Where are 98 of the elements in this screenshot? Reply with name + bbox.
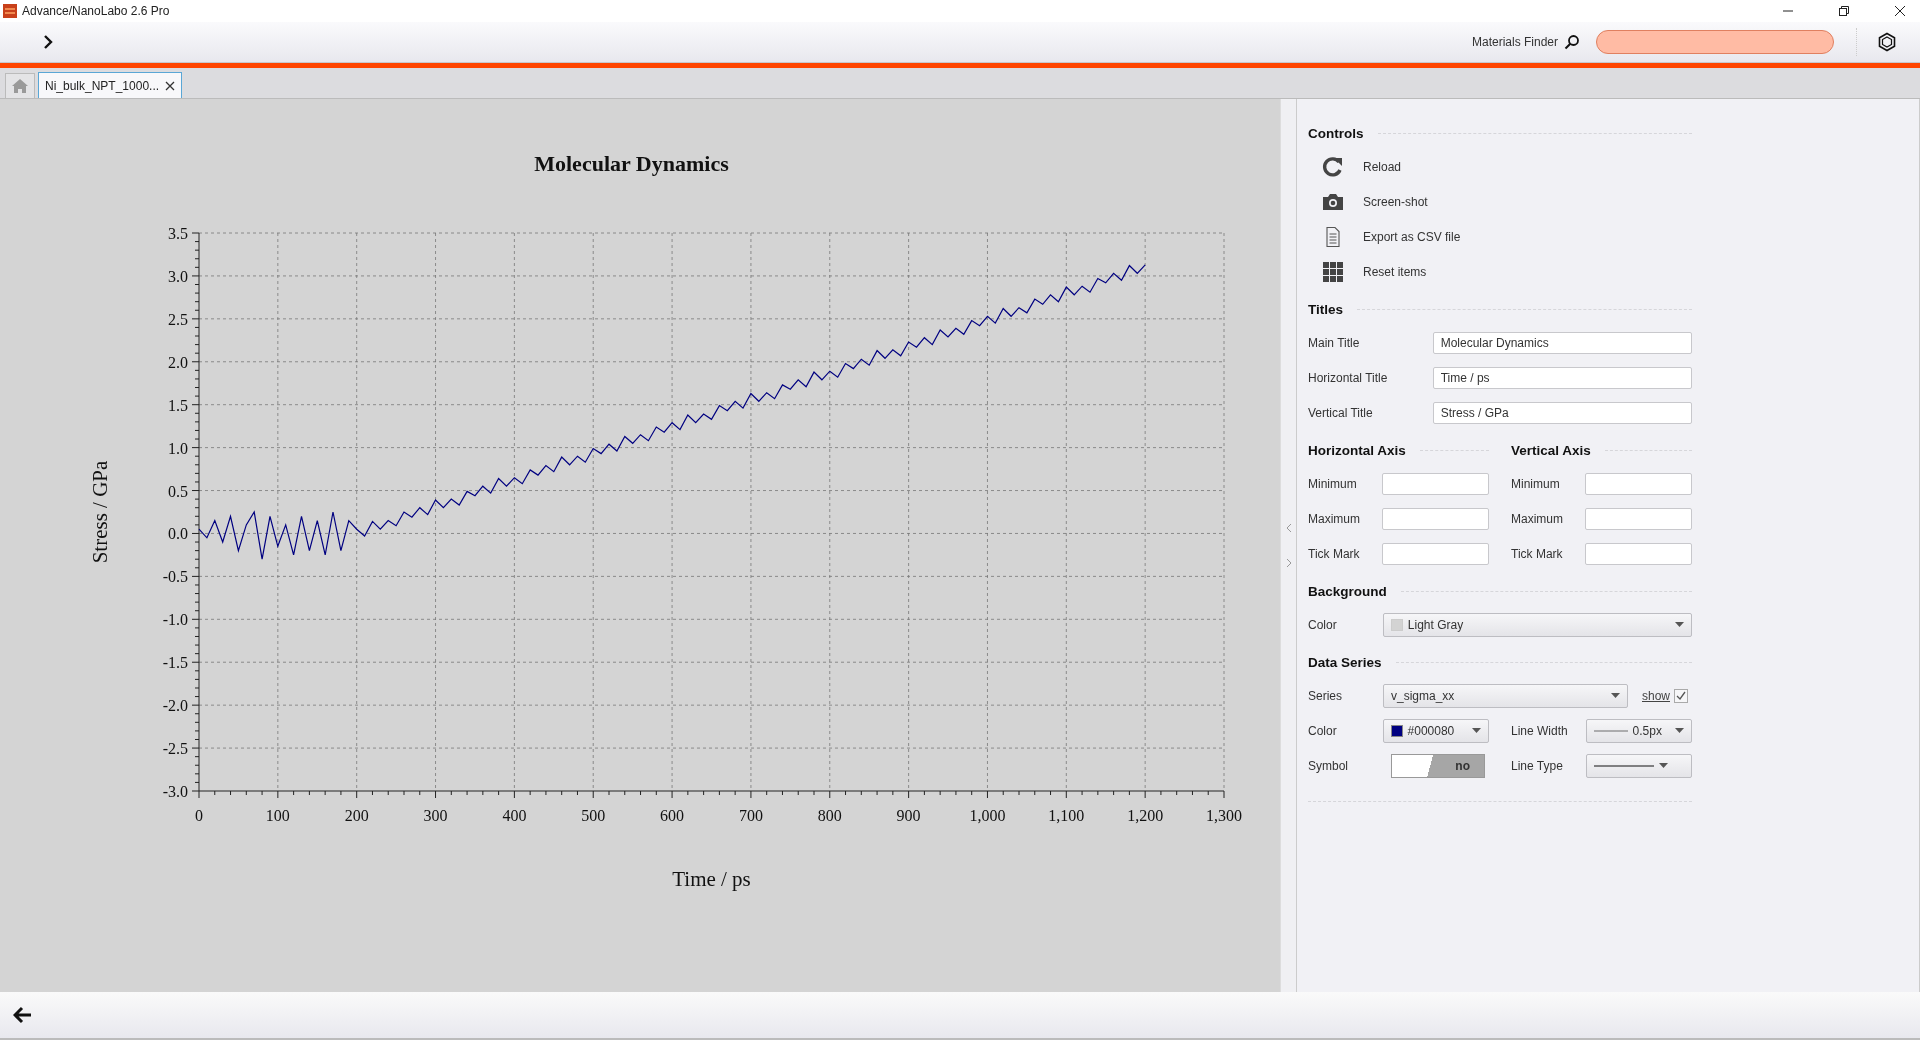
materials-finder-label: Materials Finder [1471,35,1558,49]
color-dropdown[interactable]: #000080 [1382,718,1489,743]
line-sample-icon [1593,728,1628,733]
y-tick-label: -3.0 [162,783,188,800]
field-label: Maximum [1511,511,1564,526]
number-field[interactable] [1382,542,1489,565]
x-tick-label: 700 [738,807,763,824]
y-tick-label: 1.5 [168,396,188,414]
field-label: Line Width [1511,723,1569,738]
field-label: Maximum [1308,511,1361,526]
close-icon[interactable] [165,80,176,91]
action-button[interactable]: Reset items [1308,254,1427,289]
field-label: Minimum [1308,476,1358,491]
chevron-left-icon[interactable] [1285,523,1292,533]
chevron-right-icon[interactable] [43,34,53,50]
line-width-dropdown[interactable]: 0.5px [1585,718,1692,743]
number-field[interactable] [1382,507,1489,530]
restore-icon[interactable] [1838,5,1850,17]
x-tick-label: 400 [502,807,527,824]
field-label: Series [1308,688,1343,703]
y-axis-title: Stress / GPa [88,460,112,564]
caret-icon [1658,763,1668,768]
show-checkbox[interactable] [1674,688,1688,703]
field-label: Symbol [1308,758,1349,773]
y-tick-label: -1.0 [162,611,188,629]
x-tick-label: 300 [423,807,448,824]
section-title: Controls [1308,125,1364,141]
caret-icon [1472,728,1481,733]
line-sample-icon [1593,763,1654,768]
y-tick-label: 2.5 [168,310,188,328]
x-tick-label: 200 [344,807,369,824]
field-label: Tick Mark [1511,546,1564,561]
search-icon[interactable] [1564,34,1580,50]
field-label: Vertical Title [1308,405,1374,420]
section-title: Data Series [1308,654,1382,670]
section-title: Background [1308,583,1387,599]
number-field[interactable] [1585,507,1692,530]
text-field[interactable]: Stress / GPa [1432,401,1692,424]
app-logo-icon [3,4,17,18]
grid-icon [1322,260,1344,283]
y-tick-label: 3.0 [168,267,188,285]
x-tick-label: 600 [660,807,685,824]
action-button[interactable]: Screen-shot [1308,184,1428,219]
number-field[interactable] [1585,472,1692,495]
y-tick-label: -2.5 [162,740,188,758]
x-tick-label: 800 [817,807,842,824]
field-label: Minimum [1511,476,1561,491]
section-title: Vertical Axis [1511,442,1591,458]
text-field[interactable]: Time / ps [1432,366,1692,389]
action-button[interactable]: Reload [1308,149,1402,184]
window-title: Advance/NanoLabo 2.6 Pro [22,4,170,18]
y-tick-label: -1.5 [162,654,188,672]
action-button[interactable]: Export as CSV file [1308,219,1461,254]
search-field[interactable] [1596,30,1834,54]
number-field[interactable] [1382,472,1489,495]
y-tick-label: -2.0 [162,697,188,715]
hexagon-icon[interactable] [1877,32,1897,52]
close-icon[interactable] [1894,5,1906,17]
section-title: Titles [1308,301,1343,317]
field-label: Tick Mark [1308,546,1361,561]
show-link[interactable]: show [1642,688,1670,703]
color-swatch [1390,724,1403,737]
symbol-toggle[interactable]: no [1391,753,1485,778]
field-label: Color [1308,617,1338,632]
x-tick-label: 1,200 [1127,807,1164,824]
series-dropdown[interactable]: v_sigma_xx [1383,683,1628,708]
x-tick-label: 1,100 [1048,807,1085,824]
color-dropdown[interactable]: Light Gray [1382,612,1692,637]
field-label: Line Type [1511,758,1564,773]
x-tick-label: 1,300 [1206,807,1242,824]
number-field[interactable] [1585,542,1692,565]
y-tick-label: -0.5 [162,568,188,586]
caret-icon [1675,622,1684,627]
y-tick-label: 1.0 [168,439,188,457]
x-tick-label: 100 [265,807,290,824]
x-tick-label: 900 [896,807,921,824]
text-field[interactable]: Molecular Dynamics [1432,331,1692,354]
y-tick-label: 0.0 [168,525,188,543]
back-arrow-icon[interactable] [13,1006,33,1024]
x-tick-label: 500 [581,807,606,824]
document-tab[interactable]: Ni_bulk_NPT_1000... [38,72,183,98]
y-tick-label: 3.5 [168,225,188,242]
home-icon [11,78,29,94]
x-tick-label: 1,000 [969,807,1006,824]
field-label: Color [1308,723,1338,738]
line-type-dropdown[interactable] [1585,753,1692,778]
field-label: Horizontal Title [1308,370,1389,385]
caret-icon [1675,728,1684,733]
x-axis-title: Time / ps [672,867,751,891]
y-tick-label: 0.5 [168,482,188,500]
reload-icon [1322,155,1344,178]
x-tick-label: 0 [195,807,203,824]
chart-title: Molecular Dynamics [534,151,729,176]
section-title: Horizontal Axis [1308,442,1406,458]
y-tick-label: 2.0 [168,353,188,371]
field-label: Main Title [1308,335,1361,350]
caret-icon [1611,693,1620,698]
home-tab[interactable] [5,73,35,98]
